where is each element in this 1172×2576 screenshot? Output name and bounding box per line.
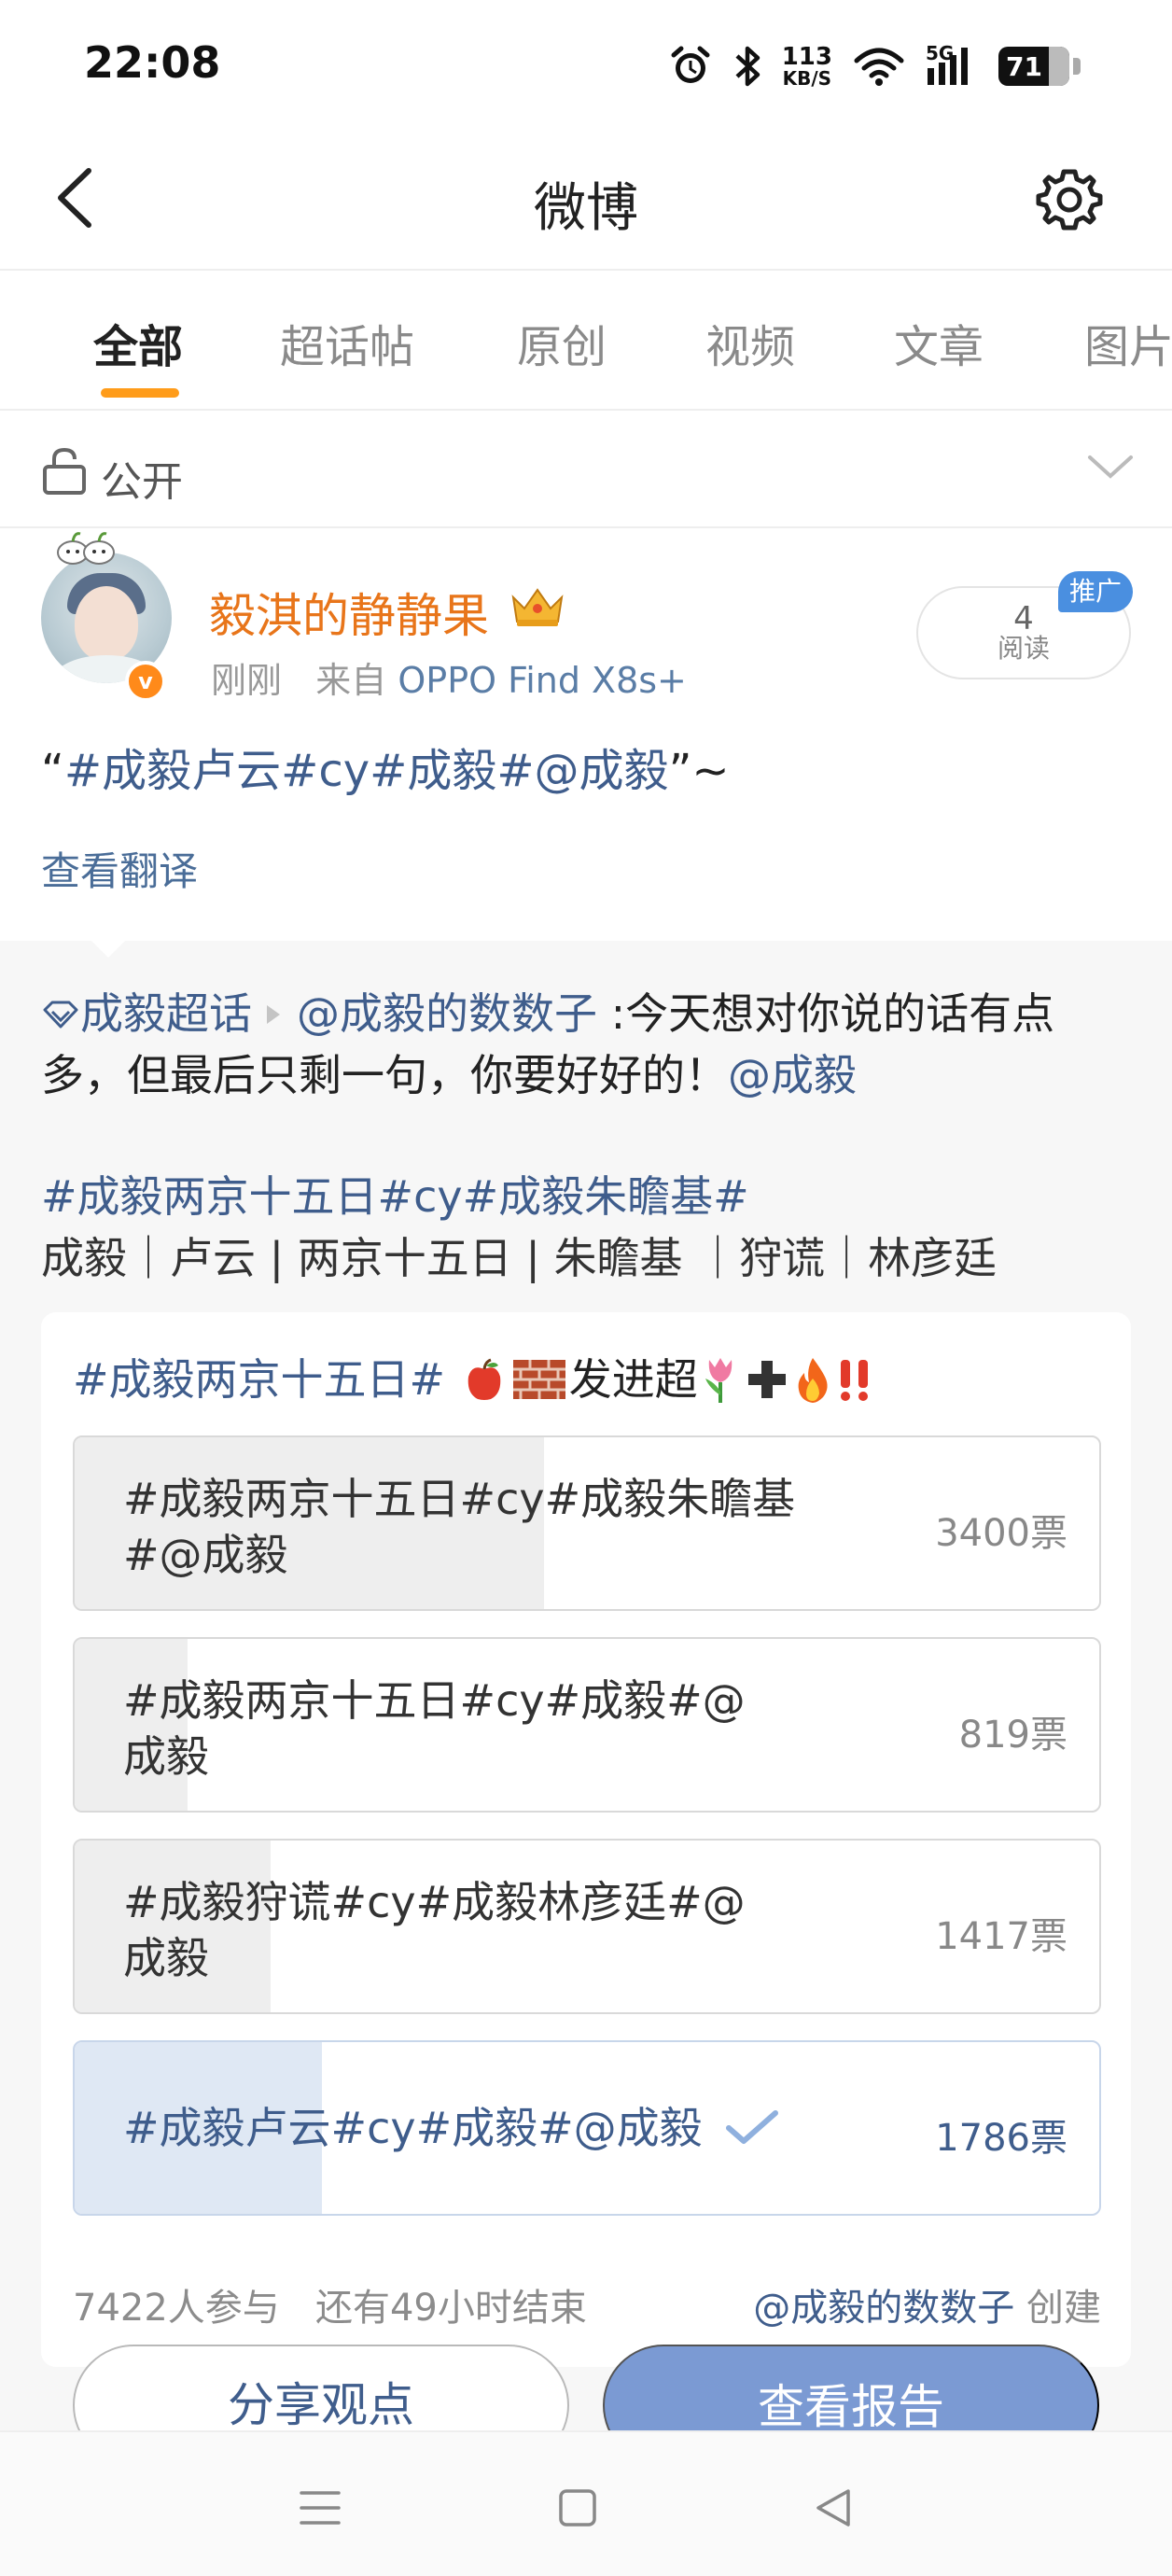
nav-home-button[interactable]	[545, 2475, 610, 2541]
bluetooth-icon	[733, 45, 761, 88]
visibility-selector[interactable]: 公开	[0, 413, 1172, 528]
poll-time-left: 还有49小时结束	[314, 2287, 587, 2330]
supertopic-link[interactable]: 成毅超话	[80, 988, 252, 1039]
nav-menu-button[interactable]	[287, 2475, 353, 2541]
repost-tags[interactable]: #成毅两京十五日#cy#成毅朱瞻基#	[41, 1163, 749, 1225]
poll-option-4[interactable]: #成毅卢云#cy#成毅#@成毅 1786票	[73, 2040, 1101, 2216]
crown-icon	[511, 588, 564, 626]
double-exclamation-icon	[840, 1359, 868, 1401]
poll-option-2-votes: 819票	[958, 1714, 1067, 1757]
visibility-label: 公开	[101, 458, 183, 506]
poll-creator-name[interactable]: @成毅的数数子	[753, 2287, 1014, 2330]
repost-text-1: :今天想对你说的话有点	[610, 988, 1055, 1039]
repost-names: 成毅｜卢云 | 两京十五日 | 朱瞻基 ｜狩谎｜林彦廷	[41, 1233, 998, 1283]
cell-signal-icon: 5G	[926, 42, 978, 87]
net-speed-value: 113	[781, 43, 832, 71]
post-body-tags[interactable]: #成毅卢云#cy#成毅#@成毅	[64, 745, 669, 797]
battery-icon: 71	[998, 47, 1081, 86]
unlock-icon	[43, 447, 86, 495]
chevron-down-icon	[1088, 455, 1133, 479]
avatar-pendant-icon	[57, 532, 115, 565]
settings-button[interactable]	[1032, 162, 1107, 237]
poll-option-1-text: #成毅两京十五日#cy#成毅朱瞻基#@成毅	[123, 1474, 796, 1580]
poll-title: #成毅两京十五日# 发进超	[73, 1346, 875, 1412]
checkmark-icon	[726, 2109, 779, 2144]
net-speed: 113 KB/S	[782, 45, 832, 88]
poll-footer: 7422人参与 还有49小时结束 @成毅的数数子 创建	[73, 2277, 1101, 2331]
promo-tag[interactable]: 推广	[1057, 571, 1133, 612]
battery-level: 71	[1006, 50, 1042, 82]
tab-bar: 全部 超话帖 原创 视频 文章 图片	[0, 273, 1172, 411]
alarm-icon	[668, 44, 713, 89]
poll-creator-suffix: 创建	[1026, 2287, 1101, 2330]
post-source-prefix: 来自	[315, 660, 387, 701]
poll-option-3[interactable]: #成毅狩谎#cy#成毅林彦廷#@成毅 1417票	[73, 1839, 1101, 2014]
page-title: 微博	[534, 178, 638, 239]
repost-line-1: 成毅超话 @成毅的数数子 :今天想对你说的话有点	[41, 980, 1054, 1042]
post-card: v 毅淇的静静果 刚刚 来自 OPPO Find X8s+ 4 阅读 推广 “#…	[0, 530, 1172, 941]
poll-participants: 7422人参与	[73, 2287, 280, 2330]
fire-icon	[798, 1357, 828, 1403]
tab-images[interactable]: 图片	[1084, 310, 1172, 375]
nav-back-button[interactable]	[801, 2475, 866, 2541]
poll-option-2-text: #成毅两京十五日#cy#成毅#@成毅	[123, 1675, 746, 1782]
tab-active-indicator	[101, 388, 179, 398]
repost-author[interactable]: @成毅的数数子	[297, 988, 597, 1039]
translate-link[interactable]: 查看翻译	[41, 840, 198, 897]
bricks-icon	[512, 1359, 565, 1399]
poll-creator: @成毅的数数子 创建	[753, 2277, 1101, 2331]
header: 微博	[0, 131, 1172, 271]
repost-notch	[86, 935, 131, 958]
post-body-close: ”~	[668, 745, 730, 797]
diamond-icon	[43, 1001, 78, 1028]
status-icons: 113 KB/S 5G 71	[668, 34, 1081, 99]
tulip-icon	[705, 1357, 732, 1403]
gear-icon	[1036, 169, 1103, 231]
repost-mention[interactable]: @成毅	[728, 1050, 857, 1100]
post-meta: 刚刚 来自 OPPO Find X8s+	[211, 651, 687, 703]
menu-icon	[300, 2491, 341, 2525]
apple-icon	[467, 1358, 501, 1400]
tab-video[interactable]: 视频	[705, 310, 795, 375]
plus-icon	[747, 1360, 786, 1398]
verified-badge: v	[125, 661, 166, 702]
poll-option-1[interactable]: #成毅两京十五日#cy#成毅朱瞻基#@成毅 3400票	[73, 1435, 1101, 1611]
home-square-icon	[559, 2489, 596, 2527]
tab-supertopic-posts[interactable]: 超话帖	[280, 310, 414, 375]
post-time: 刚刚	[211, 660, 283, 701]
arrow-right-icon	[267, 1004, 280, 1024]
poll-option-2[interactable]: #成毅两京十五日#cy#成毅#@成毅 819票	[73, 1637, 1101, 1813]
post-device[interactable]: OPPO Find X8s+	[398, 660, 687, 701]
net-speed-unit: KB/S	[782, 67, 832, 90]
poll-title-tag[interactable]: #成毅两京十五日#	[73, 1354, 445, 1405]
poll-title-text: 发进超	[568, 1354, 698, 1405]
poll-option-4-votes: 1786票	[935, 2117, 1067, 2160]
post-body: “#成毅卢云#cy#成毅#@成毅”~	[41, 734, 730, 799]
status-bar: 22:08 113 KB/S 5G 71	[0, 0, 1172, 131]
system-nav-bar	[0, 2430, 1172, 2576]
status-time: 22:08	[84, 37, 221, 88]
back-triangle-icon	[816, 2489, 850, 2527]
poll-option-3-votes: 1417票	[935, 1915, 1067, 1958]
repost-line-2: 多，但最后只剩一句，你要好好的！@成毅	[41, 1042, 857, 1103]
poll-option-4-label: #成毅卢云#cy#成毅#@成毅	[123, 2103, 703, 2153]
wifi-icon	[853, 46, 905, 87]
poll-option-3-text: #成毅狩谎#cy#成毅林彦廷#@成毅	[123, 1877, 746, 1983]
repost-text-2: 多，但最后只剩一句，你要好好的！	[41, 1050, 728, 1100]
poll-option-1-votes: 3400票	[935, 1512, 1067, 1555]
username[interactable]: 毅淇的静静果	[209, 579, 489, 646]
tab-articles[interactable]: 文章	[894, 310, 984, 375]
tab-all[interactable]: 全部	[93, 310, 183, 375]
poll-option-4-text: #成毅卢云#cy#成毅#@成毅	[123, 2100, 779, 2156]
post-body-open-quote: “	[41, 745, 64, 797]
tab-original[interactable]: 原创	[517, 310, 607, 375]
read-label: 阅读	[997, 633, 1050, 664]
poll-card: #成毅两京十五日# 发进超 #成毅两京十五日#cy#成毅朱瞻基#@成毅 3400…	[41, 1312, 1131, 2367]
repost-card[interactable]: 成毅超话 @成毅的数数子 :今天想对你说的话有点 多，但最后只剩一句，你要好好的！…	[0, 941, 1172, 2527]
